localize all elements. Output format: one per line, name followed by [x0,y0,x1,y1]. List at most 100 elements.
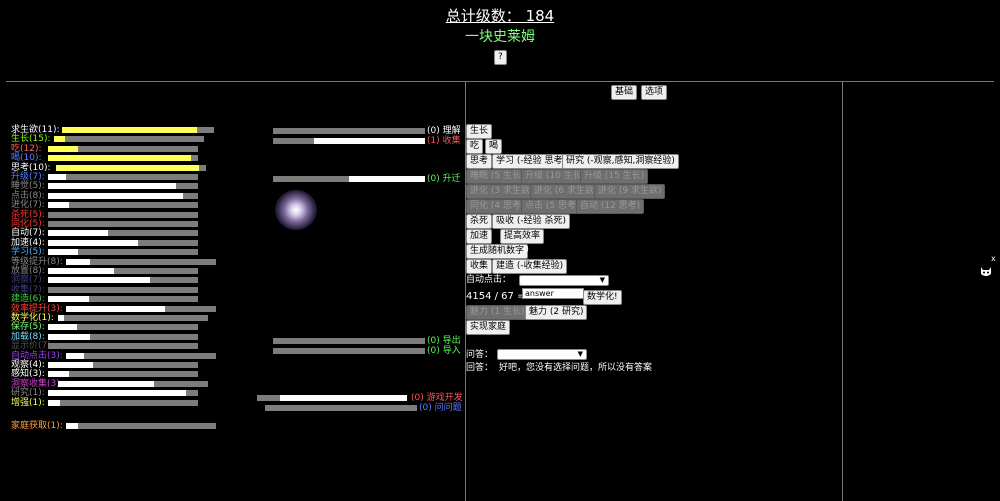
skill-progress-fill [58,381,154,387]
charm-button[interactable]: 魅力 (2 研究) [525,305,588,320]
skill-progress-bar [48,334,198,340]
task-progress-fill [314,138,425,144]
task-label: (0) 理解 [427,126,461,136]
skill-progress-bar [66,306,216,312]
skill-progress-bar [48,371,198,377]
math-expression: 4154 / 67 = [466,291,526,302]
skill-progress-fill [62,127,198,133]
skill-progress-bar [58,315,208,321]
click-skill-button[interactable]: 点击 (5 思考) [521,199,584,214]
skill-label: 自动(7): [11,228,45,238]
help-button[interactable]: ? [494,50,507,65]
skill-progress-bar [48,146,198,152]
skill-progress-fill [66,423,78,429]
random-number-value: 0 [523,245,529,255]
home-button[interactable]: 实现家庭 [466,320,511,335]
autoclick-label: 自动点击： [466,275,512,285]
skill-progress-fill [48,249,78,255]
close-icon[interactable]: x [991,253,996,264]
evolve-button-1[interactable]: 进化 (3 求生欲) [466,184,538,199]
skill-progress-bar [48,212,198,218]
power-button[interactable]: 魅力 (1 生长) [466,305,529,320]
grow-button[interactable]: 生长 [466,124,493,139]
efficiency-button[interactable]: 提高效率 [500,229,545,244]
skill-progress-fill [48,183,176,189]
divider-horizontal [6,81,994,82]
skill-progress-fill [58,315,64,321]
answer-text: 好吧，您没有选择问题，所以没有答案 [499,363,653,373]
question-select[interactable]: ▼ [497,349,587,360]
skill-label: 建造(6): [11,294,45,304]
skill-progress-bar [48,183,198,189]
skill-progress-bar [48,202,198,208]
upgrade-button-1[interactable]: 升级 (10 生长) [521,169,590,184]
task-progress-bar [273,128,425,134]
chevron-down-icon: ▼ [577,350,583,358]
skill-progress-bar [58,381,208,387]
think-button[interactable]: 思考 [466,154,493,169]
evolve-button-3[interactable]: 进化 (9 求生欲) [594,184,666,199]
cat-icon[interactable] [979,264,993,278]
skill-progress-fill [48,277,150,283]
skill-progress-fill [48,146,78,152]
kill-button[interactable]: 杀死 [466,214,493,229]
tab-basic[interactable]: 基础 [611,85,638,100]
skill-progress-fill [48,155,191,161]
task-label: (0) 游戏开发 [411,393,463,403]
skill-progress-fill [56,165,199,171]
speedup-button[interactable]: 加速 [466,229,493,244]
task-progress-bar [273,176,425,182]
skill-progress-bar [48,155,198,161]
divider-vertical-right [842,82,843,501]
skill-progress-bar [62,127,214,133]
skill-progress-bar [48,174,198,180]
autoclick-select[interactable]: ▼ [519,275,609,286]
skill-progress-bar [66,259,216,265]
skill-progress-fill [48,324,77,330]
assimilate-button[interactable]: 同化 (4 思考) [466,199,529,214]
random-number-button[interactable]: 生成随机数字 [466,244,529,259]
task-label: (0) 问问题 [419,403,462,413]
skill-progress-bar [66,353,216,359]
skill-progress-bar [48,193,198,199]
skill-progress-bar [48,362,198,368]
skill-label: 保存(5): [11,322,45,332]
task-progress-bar [273,338,425,344]
skill-progress-fill [48,268,114,274]
upgrade-button-2[interactable]: 升级 (15 生长) [580,169,649,184]
creature-title: 一块史莱姆 [465,29,535,45]
skill-progress-bar [66,423,216,429]
skill-progress-bar [48,249,198,255]
skill-progress-fill [48,174,66,180]
skill-label: 洞察(7): [11,275,45,285]
skill-progress-fill [48,400,60,406]
research-button[interactable]: 研究 (-观察,感知,洞察经验) [562,154,679,169]
skill-progress-fill [48,390,186,396]
mathify-button[interactable]: 数学化! [583,290,622,305]
build-button[interactable]: 建造 (-收集经验) [492,259,568,274]
answer-input[interactable]: answer [522,288,584,299]
skill-progress-bar [48,390,198,396]
sleep-button[interactable]: 睡眠 (5 生长) [466,169,529,184]
skill-progress-bar [48,400,198,406]
task-progress-fill [279,395,407,401]
collect-button[interactable]: 收集 [466,259,493,274]
task-progress-bar [273,348,425,354]
eat-button[interactable]: 吃 [466,139,484,154]
auto-button[interactable]: 自动 (12 思考) [576,199,645,214]
skill-label: 研究(1): [11,388,45,398]
skill-progress-fill [48,334,90,340]
absorb-button[interactable]: 吸收 (-经验 杀死) [492,214,570,229]
skill-progress-bar [48,277,198,283]
tab-options[interactable]: 选项 [641,85,668,100]
total-level-count: 总计级数： 184 [445,7,555,25]
skill-label: 家庭获取(1): [11,421,63,431]
skill-label: 增强(1): [11,398,45,408]
learn-button[interactable]: 学习 (-经验 思考) [492,154,570,169]
evolve-button-2[interactable]: 进化 (6 求生欲) [530,184,602,199]
chevron-down-icon: ▼ [599,276,605,284]
skill-progress-bar [56,165,206,171]
drink-button[interactable]: 喝 [485,139,503,154]
skill-progress-fill [48,193,183,199]
task-label: (0) 升迁 [427,174,461,184]
